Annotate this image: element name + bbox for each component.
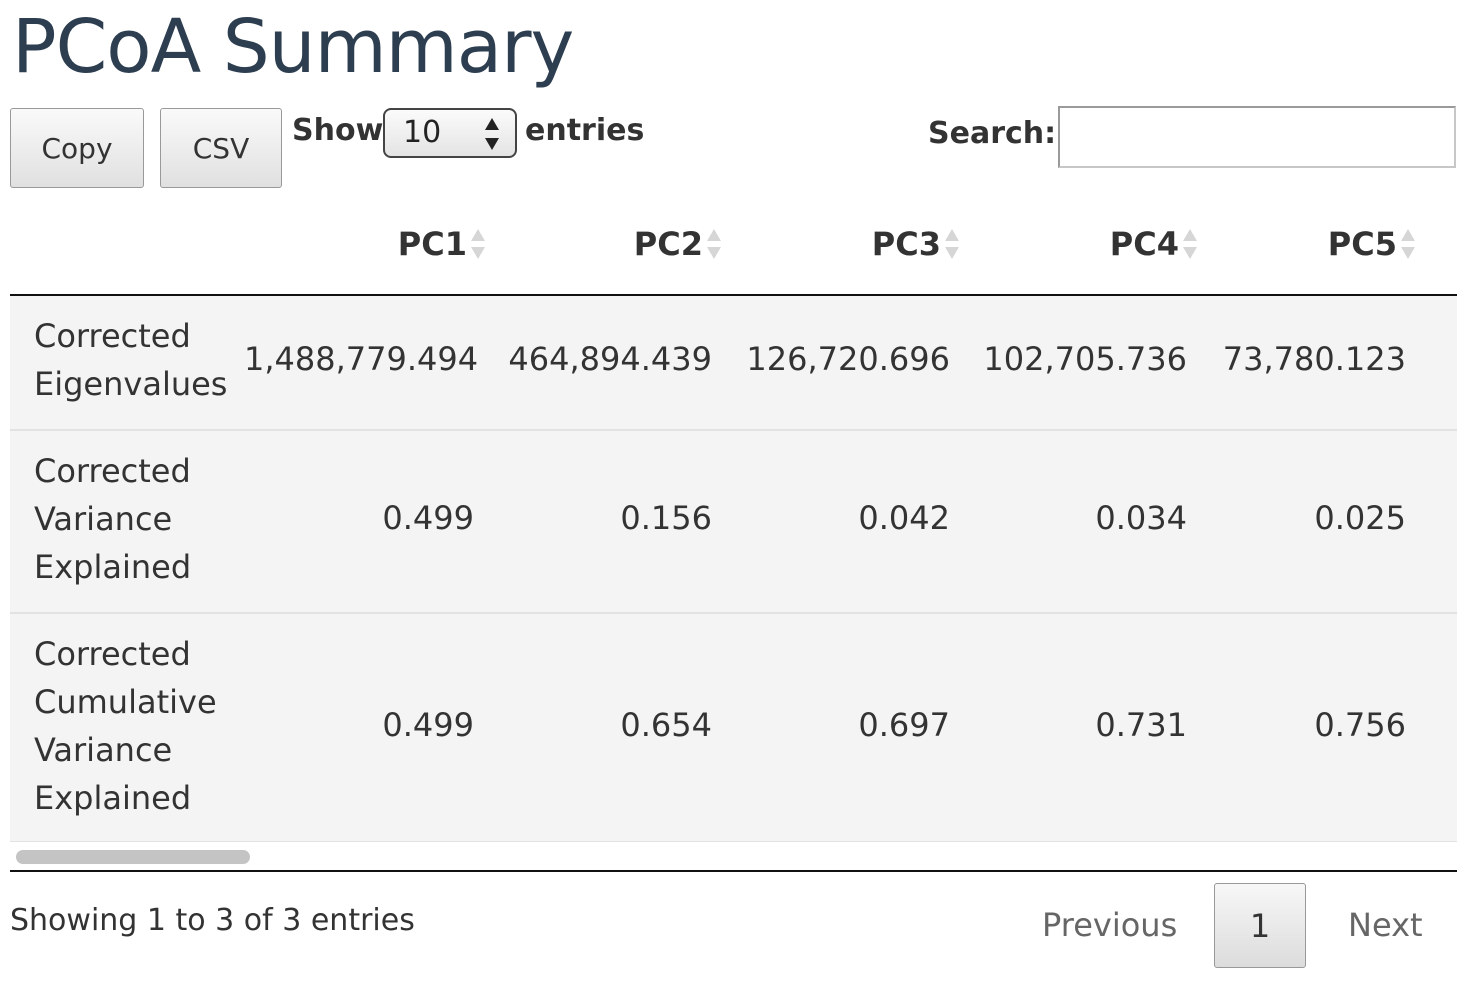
table-cell: 126,720.696 [746, 340, 950, 378]
pagination-previous[interactable]: Previous [1042, 906, 1177, 944]
page-length-value: 10 [403, 115, 442, 150]
scrollbar-thumb[interactable] [16, 850, 250, 864]
page-length-select[interactable]: 10 [383, 108, 517, 158]
row-label: Corrected Variance Explained [34, 447, 234, 591]
length-menu-suffix: entries [525, 113, 645, 148]
table-cell: 0.499 [382, 499, 474, 537]
table-cell: 464,894.439 [508, 340, 712, 378]
table-cell: 102,705.736 [983, 340, 1187, 378]
row-label: Corrected Cumulative Variance Explained [34, 630, 234, 822]
table-row: Corrected Eigenvalues 1,488,779.494 464,… [10, 296, 1457, 431]
row-label-line: Cumulative [34, 683, 217, 721]
column-header-pc5[interactable]: PC5 [1328, 225, 1397, 263]
sort-icon[interactable] [1400, 228, 1416, 266]
table-row: Corrected Cumulative Variance Explained … [10, 614, 1457, 843]
pcoa-table: PC1 PC2 PC3 PC4 PC5 Corrected Eigenvalue… [10, 198, 1457, 873]
table-cell: 0.034 [1095, 499, 1187, 537]
table-cell: 73,780.123 [1222, 340, 1406, 378]
sort-icon[interactable] [470, 228, 486, 266]
row-label-line: Variance [34, 731, 173, 769]
table-cell: 0.697 [858, 706, 950, 744]
table-cell: 0.499 [382, 706, 474, 744]
table-cell: 0.042 [858, 499, 950, 537]
table-row: Corrected Variance Explained 0.499 0.156… [10, 431, 1457, 614]
column-header-pc2[interactable]: PC2 [634, 225, 703, 263]
row-label-line: Eigenvalues [34, 365, 228, 403]
sort-icon[interactable] [1182, 228, 1198, 266]
search-label: Search: [928, 116, 1057, 151]
table-info: Showing 1 to 3 of 3 entries [10, 903, 415, 938]
row-label-line: Variance [34, 500, 173, 538]
horizontal-scrollbar[interactable] [10, 842, 1457, 871]
pagination-next[interactable]: Next [1348, 906, 1423, 944]
table-cell: 0.654 [620, 706, 712, 744]
column-header-pc4[interactable]: PC4 [1110, 225, 1179, 263]
row-label-line: Corrected [34, 317, 191, 355]
row-label-line: Explained [34, 548, 192, 586]
page-title: PCoA Summary [12, 4, 574, 90]
table-cell: 0.025 [1314, 499, 1406, 537]
column-header-pc3[interactable]: PC3 [872, 225, 941, 263]
row-label-line: Explained [34, 779, 192, 817]
pagination-page-1[interactable]: 1 [1214, 883, 1306, 968]
csv-button[interactable]: CSV [160, 108, 282, 188]
length-menu-prefix: Show [292, 113, 384, 148]
table-cell: 0.731 [1095, 706, 1187, 744]
row-label-line: Corrected [34, 635, 191, 673]
table-cell: 0.156 [620, 499, 712, 537]
sort-icon[interactable] [944, 228, 960, 266]
table-cell: 0.756 [1314, 706, 1406, 744]
column-header-pc1[interactable]: PC1 [398, 225, 467, 263]
row-label: Corrected Eigenvalues [34, 312, 234, 408]
row-label-line: Corrected [34, 452, 191, 490]
search-input[interactable] [1058, 106, 1456, 168]
table-header-row: PC1 PC2 PC3 PC4 PC5 [10, 198, 1457, 296]
select-arrows-icon [483, 116, 501, 152]
table-bottom-border [10, 870, 1457, 872]
copy-button[interactable]: Copy [10, 108, 144, 188]
sort-icon[interactable] [706, 228, 722, 266]
table-cell: 1,488,779.494 [244, 340, 479, 378]
